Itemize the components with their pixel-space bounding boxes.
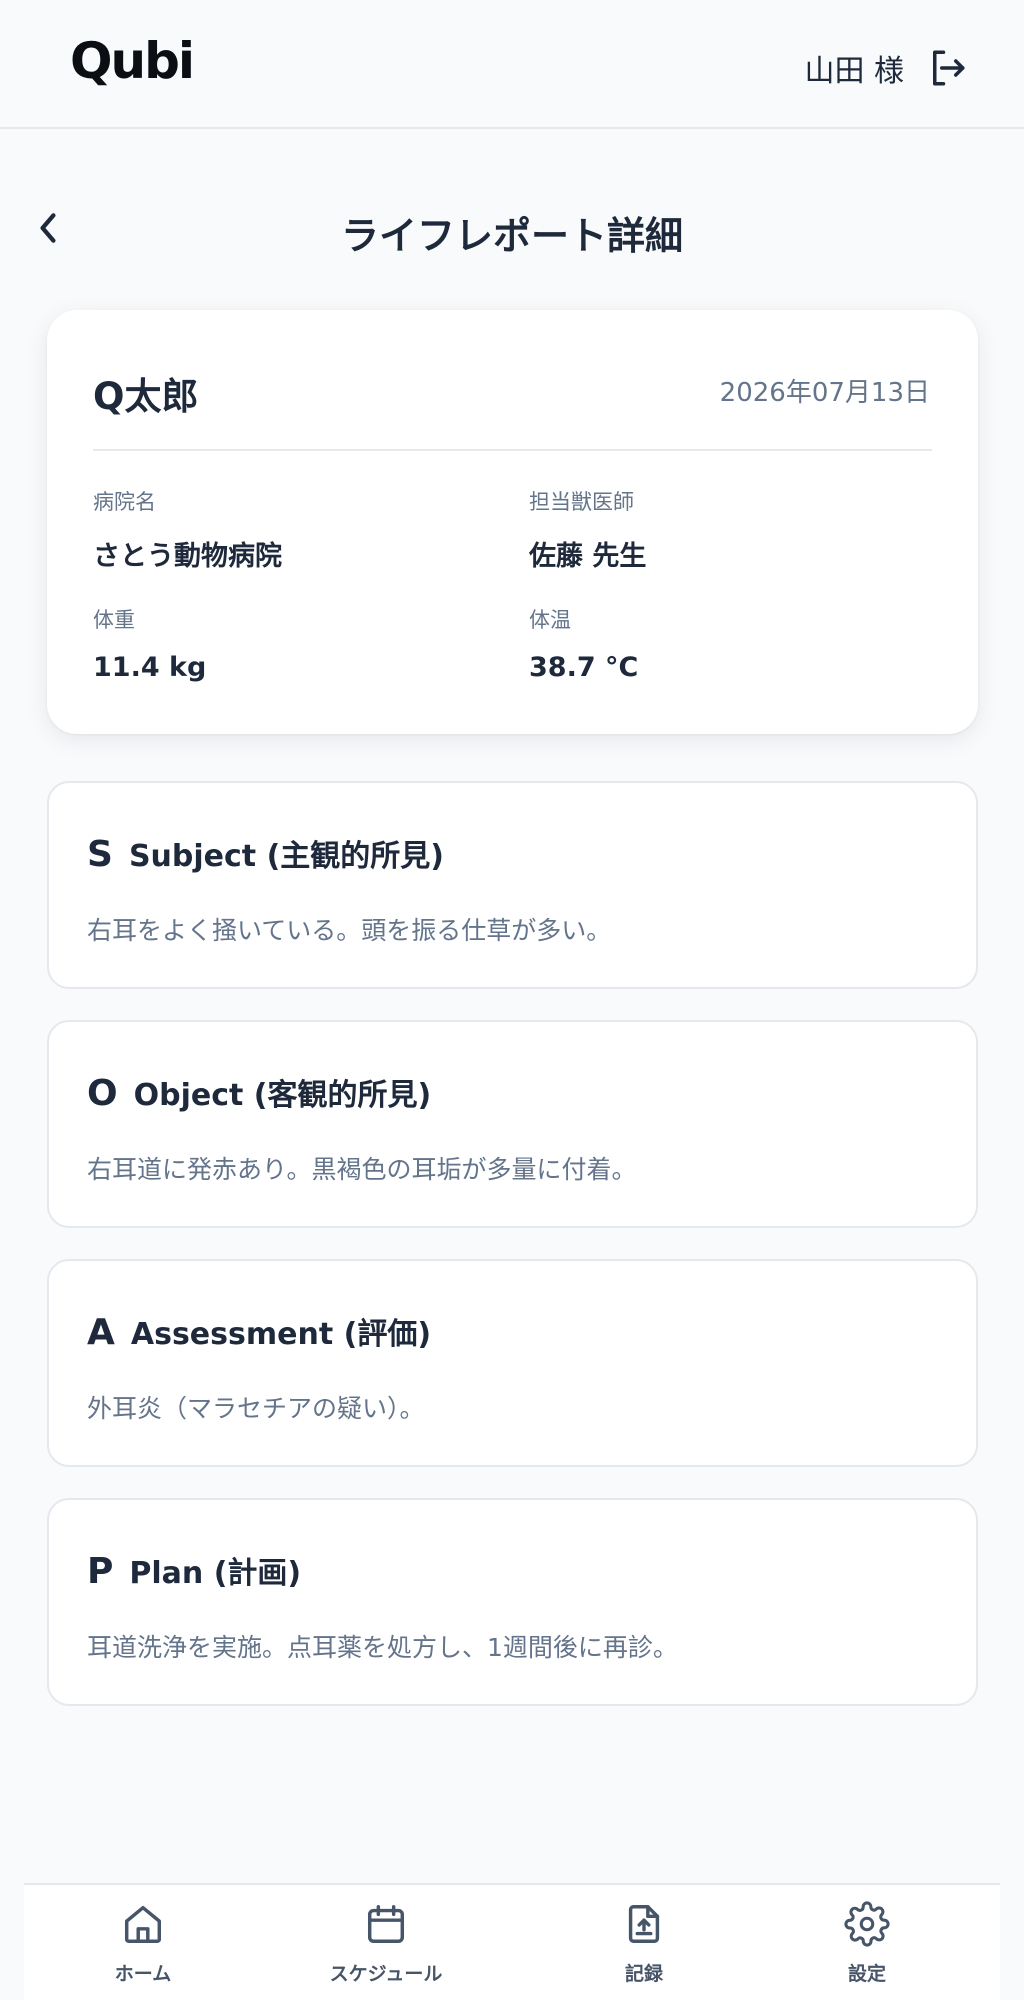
vet-label: 担当獣医師 [529, 490, 634, 514]
hospital-value: さとう動物病院 [93, 541, 282, 572]
nav-label: 記録 [624, 1963, 663, 1985]
nav-label: スケジュール [329, 1963, 443, 1985]
nav-item-home[interactable]: ホーム [53, 1901, 233, 1991]
home-icon [124, 1905, 162, 1943]
soap-heading: S Subject (主観的所見) [87, 831, 444, 875]
user-name: 山田 様 [804, 54, 904, 89]
app-header: Qubi 山田 様 [0, 0, 1024, 129]
soap-letter: P [87, 1551, 114, 1592]
soap-object-card: O Object (客観的所見) 右耳道に発赤あり。黒褐色の耳垢が多量に付着。 [47, 1020, 978, 1228]
hospital-label: 病院名 [93, 490, 156, 514]
report-date: 2026年07月13日 [719, 378, 930, 408]
soap-body: 耳道洗浄を実施。点耳薬を処方し、1週間後に再診。 [87, 1633, 678, 1662]
weight-field: 体重 11.4 kg [93, 604, 206, 683]
logout-button[interactable] [926, 47, 968, 89]
pet-name: Q太郎 [93, 375, 199, 418]
nav-label: ホーム [114, 1963, 172, 1985]
soap-title: Assessment (評価) [130, 1317, 432, 1352]
vet-value: 佐藤 先生 [529, 541, 647, 572]
soap-subject-card: S Subject (主観的所見) 右耳をよく掻いている。頭を振る仕草が多い。 [47, 781, 978, 989]
report-summary-card: Q太郎 2026年07月13日 病院名 さとう動物病院 担当獣医師 佐藤 先生 … [47, 310, 978, 734]
weight-label: 体重 [93, 608, 135, 632]
soap-heading: A Assessment (評価) [87, 1309, 431, 1353]
page-title: ライフレポート詳細 [340, 214, 683, 258]
nav-label: 設定 [847, 1963, 886, 1985]
soap-plan-card: P Plan (計画) 耳道洗浄を実施。点耳薬を処方し、1週間後に再診。 [47, 1498, 978, 1706]
divider [93, 449, 932, 451]
calendar-icon [367, 1905, 405, 1943]
soap-letter: O [87, 1073, 118, 1114]
user-area: 山田 様 [804, 40, 968, 96]
soap-letter: S [87, 834, 113, 875]
vet-field: 担当獣医師 佐藤 先生 [529, 486, 646, 573]
temperature-field: 体温 38.7 °C [529, 604, 638, 683]
soap-title: Subject (主観的所見) [128, 839, 444, 874]
nav-item-settings[interactable]: 設定 [777, 1901, 957, 1991]
soap-heading: O Object (客観的所見) [87, 1070, 431, 1114]
soap-body: 外耳炎（マラセチアの疑い）。 [87, 1394, 425, 1423]
gear-icon [844, 1901, 890, 1947]
nav-item-schedule[interactable]: スケジュール [296, 1901, 476, 1991]
nav-item-records[interactable]: 記録 [554, 1901, 734, 1991]
temperature-value: 38.7 °C [529, 652, 639, 683]
soap-body: 右耳をよく掻いている。頭を振る仕草が多い。 [87, 916, 612, 945]
soap-body: 右耳道に発赤あり。黒褐色の耳垢が多量に付着。 [87, 1155, 637, 1184]
weight-value: 11.4 kg [93, 652, 207, 683]
document-icon [628, 1905, 660, 1943]
soap-heading: P Plan (計画) [87, 1548, 301, 1592]
soap-title: Object (客観的所見) [133, 1078, 432, 1113]
temperature-label: 体温 [529, 608, 571, 632]
app-logo[interactable]: Qubi [70, 36, 195, 86]
bottom-nav: ホーム スケジュール 記録 設定 [24, 1883, 1000, 2000]
logout-icon [933, 50, 965, 86]
soap-title: Plan (計画) [129, 1556, 302, 1591]
soap-letter: A [87, 1312, 115, 1353]
hospital-field: 病院名 さとう動物病院 [93, 486, 282, 573]
soap-assessment-card: A Assessment (評価) 外耳炎（マラセチアの疑い）。 [47, 1259, 978, 1467]
